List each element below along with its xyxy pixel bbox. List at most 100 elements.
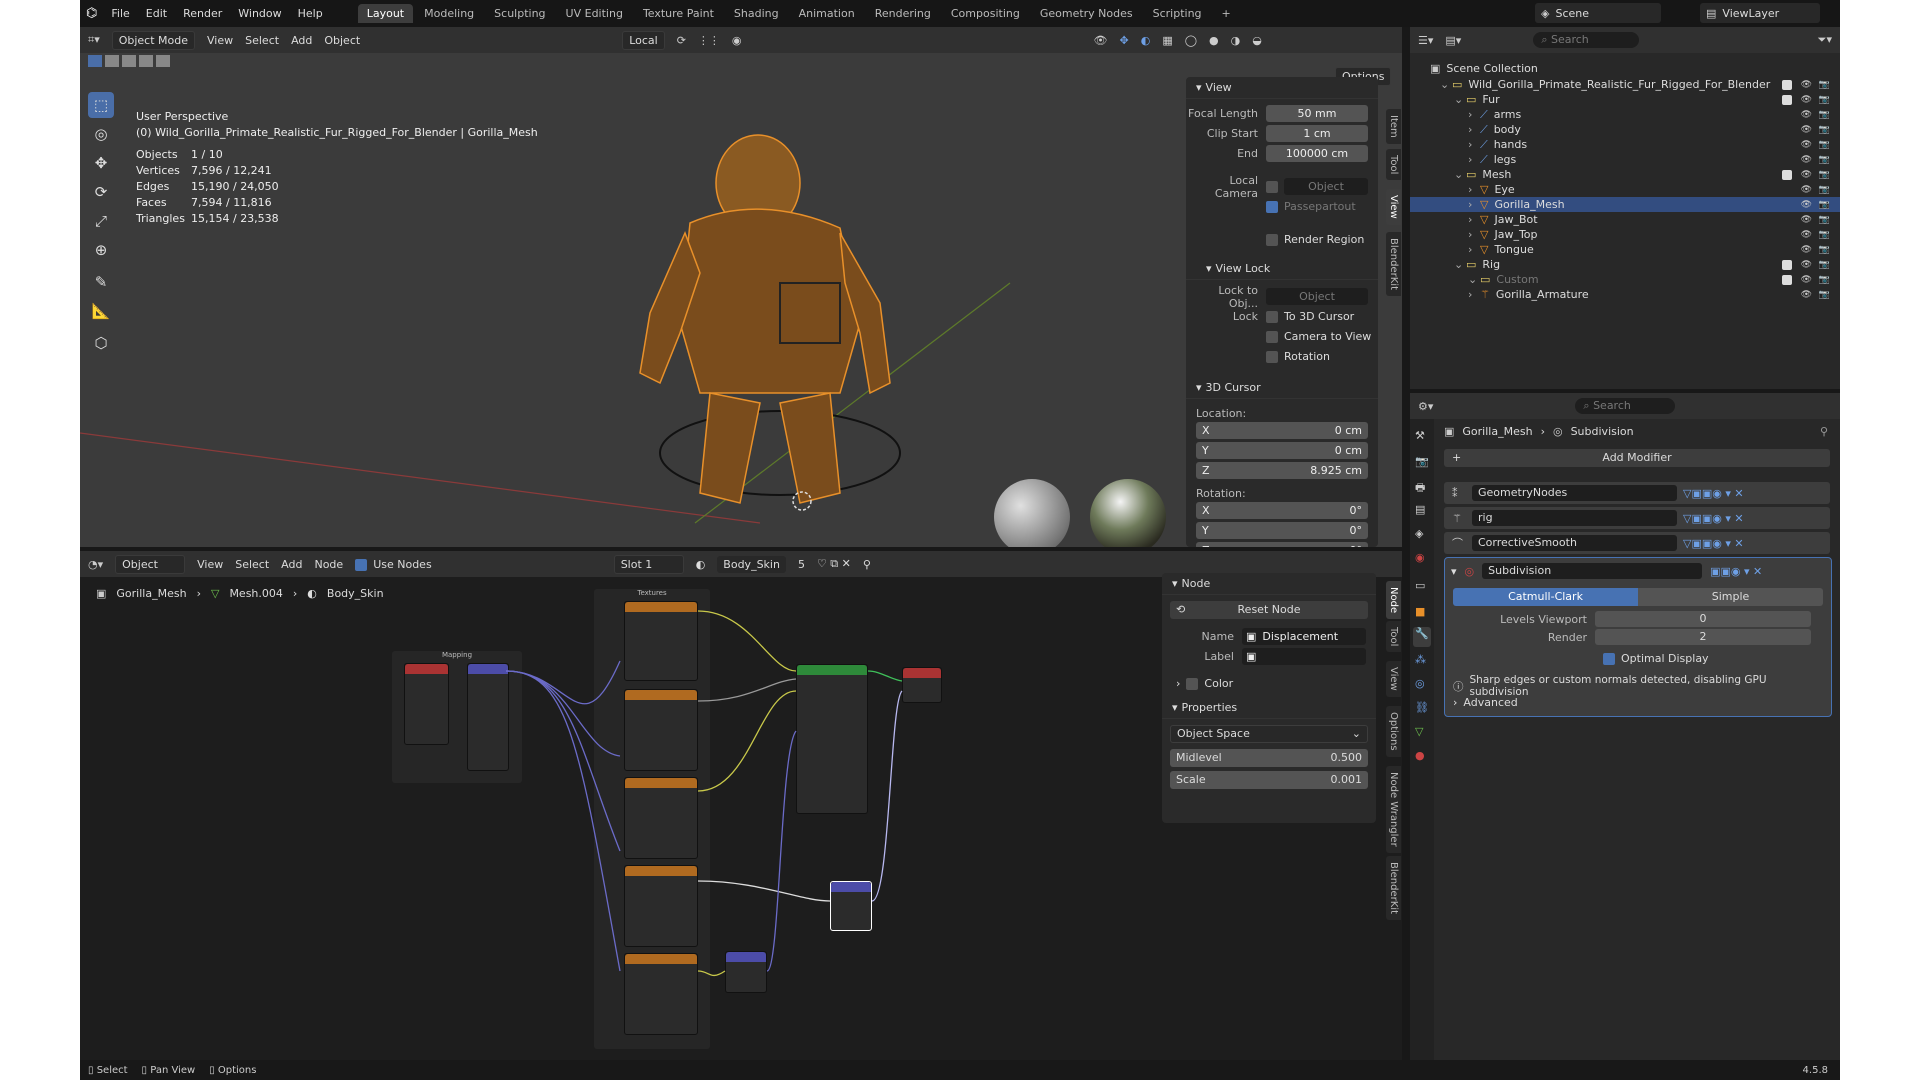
tab-shading[interactable]: Shading (725, 4, 788, 23)
mapping-node[interactable] (467, 663, 509, 771)
texture-node-roughness[interactable] (624, 777, 698, 859)
transform-tool-icon[interactable]: ⊕ (88, 237, 114, 263)
material-users-count[interactable]: 5 (798, 558, 805, 571)
eye-icon[interactable]: 👁 (1801, 245, 1812, 255)
snap-icon[interactable]: ⋮⋮ (698, 34, 720, 47)
data-tab-icon[interactable]: ▽ (1415, 725, 1423, 738)
collection-include-checkbox[interactable] (1782, 259, 1792, 270)
clip-start-field[interactable]: 1 cm (1266, 125, 1368, 142)
camera-icon[interactable]: 📷 (1819, 155, 1830, 165)
gorilla-model[interactable] (639, 134, 901, 511)
node-pin-icon[interactable]: ⚲ (863, 558, 871, 571)
add-workspace-button[interactable]: + (1213, 4, 1240, 23)
texture-node-displacement[interactable] (624, 865, 698, 947)
material-name-field[interactable]: Body_Skin (717, 555, 786, 573)
world-tab-icon[interactable]: ◉ (1415, 551, 1425, 564)
local-camera-checkbox[interactable] (1266, 180, 1278, 193)
proportional-icon[interactable]: ◉ (732, 34, 742, 47)
cursor-loc-y-field[interactable]: Y 0 cm (1196, 442, 1368, 459)
material-sphere-icon[interactable]: ◐ (696, 558, 706, 571)
lock-to-object-field[interactable]: Object (1266, 288, 1368, 305)
eye-icon[interactable]: 👁 (1801, 275, 1812, 285)
outliner-row[interactable]: › ⚚ Gorilla_Armature 👁 📷 (1410, 287, 1840, 302)
scene-collection-row[interactable]: ▣ Scene Collection (1410, 59, 1840, 77)
view-layer-tab-icon[interactable]: ▤ (1415, 503, 1425, 516)
cursor-rot-z-field[interactable]: Z 0° (1196, 542, 1368, 547)
camera-icon[interactable]: 📷 (1819, 185, 1830, 195)
outliner-row[interactable]: › ▽ Gorilla_Mesh 👁 📷 (1410, 197, 1840, 212)
lock-rotation-checkbox[interactable] (1266, 350, 1278, 363)
sidebar-tab-item[interactable]: Item (1386, 109, 1401, 144)
properties-type-icon[interactable]: ⚙▾ (1418, 400, 1433, 413)
use-nodes-checkbox[interactable] (355, 558, 368, 571)
scene-tab-icon[interactable]: ◈ (1415, 527, 1423, 540)
tab-texture-paint[interactable]: Texture Paint (634, 4, 723, 23)
tab-compositing[interactable]: Compositing (942, 4, 1029, 23)
tab-geometry-nodes[interactable]: Geometry Nodes (1031, 4, 1142, 23)
cursor-loc-z-field[interactable]: Z 8.925 cm (1196, 462, 1368, 479)
advanced-section[interactable]: › Advanced (1453, 696, 1518, 709)
view-section-header[interactable]: ▾ View (1186, 77, 1378, 99)
textures-frame[interactable]: Textures (594, 589, 710, 1049)
optimal-display-checkbox[interactable] (1603, 652, 1615, 665)
outliner-row[interactable]: › ▽ Eye 👁 📷 (1410, 182, 1840, 197)
modifier-name-rig[interactable]: rig (1472, 510, 1677, 526)
expand-arrow-icon[interactable]: ⌄ (1454, 258, 1466, 271)
gizmo-toggle-icon[interactable]: ✥ (1120, 34, 1129, 47)
overlay-toggle-icon[interactable]: ◐ (1141, 34, 1151, 47)
space-dropdown[interactable]: Object Space ⌄ (1170, 725, 1368, 743)
smooth-toggles-icon[interactable]: ▽▣▣◉ ▾ ✕ (1683, 537, 1744, 550)
color-expand-icon[interactable]: › (1176, 677, 1180, 690)
rig-toggles-icon[interactable]: ▽▣▣◉ ▾ ✕ (1683, 512, 1744, 525)
tab-layout[interactable]: Layout (357, 4, 414, 23)
outliner-row[interactable]: › ⟋ arms 👁 📷 (1410, 107, 1840, 122)
outliner-row[interactable]: ⌄ ▭ Mesh 👁 📷 (1410, 167, 1840, 182)
expand-arrow-icon[interactable]: › (1468, 138, 1480, 151)
editor-type-icon[interactable]: ⌗▾ (88, 33, 100, 47)
outliner-row[interactable]: ⌄ ▭ Custom 👁 📷 (1410, 272, 1840, 287)
node-tab-node-wrangler[interactable]: Node Wrangler (1386, 766, 1401, 853)
tab-sculpting[interactable]: Sculpting (485, 4, 554, 23)
view-lock-header[interactable]: ▾ View Lock (1186, 258, 1378, 280)
eye-icon[interactable]: 👁 (1801, 95, 1812, 105)
eye-icon[interactable]: 👁 (1801, 80, 1812, 90)
modifier-geometrynodes[interactable]: ⁑ GeometryNodes ▽▣▣◉ ▾ ✕ (1444, 482, 1830, 504)
expand-arrow-icon[interactable]: › (1468, 213, 1480, 226)
expand-arrow-icon[interactable]: › (1468, 183, 1480, 196)
camera-icon[interactable]: 📷 (1819, 80, 1830, 90)
node-section-header[interactable]: ▾ Node (1162, 573, 1376, 595)
menu-edit[interactable]: Edit (138, 7, 175, 20)
eye-icon[interactable]: 👁 (1801, 215, 1812, 225)
levels-viewport-field[interactable]: 0 (1595, 611, 1811, 627)
expand-arrow-icon[interactable]: › (1468, 288, 1480, 301)
menu-node[interactable]: Node (314, 558, 343, 571)
clip-end-field[interactable]: 100000 cm (1266, 145, 1368, 162)
scene-selector[interactable]: ◈ Scene (1535, 3, 1661, 23)
expand-arrow-icon[interactable]: › (1468, 123, 1480, 136)
eye-icon[interactable]: 👁 (1801, 230, 1812, 240)
node-color-checkbox[interactable] (1186, 677, 1199, 690)
node-tab-blenderkit[interactable]: BlenderKit (1386, 856, 1401, 920)
camera-icon[interactable]: 📷 (1819, 125, 1830, 135)
modifier-name-subdivision[interactable]: Subdivision (1482, 563, 1703, 579)
modifier-rig[interactable]: ⚚ rig ▽▣▣◉ ▾ ✕ (1444, 507, 1830, 529)
texcoord-node[interactable] (404, 663, 449, 745)
scale-field[interactable]: Scale 0.001 (1170, 771, 1368, 789)
expand-arrow-icon[interactable]: ⌄ (1454, 93, 1466, 106)
subdiv-toggles-icon[interactable]: ▣▣◉ ▾ ✕ (1710, 565, 1762, 578)
shading-render-icon[interactable]: ◒ (1252, 34, 1262, 47)
modifier-tab-icon[interactable]: 🔧 (1413, 627, 1431, 647)
shader-type-dropdown[interactable]: Object (115, 554, 186, 574)
filter-icon[interactable]: ⏷▾ (1818, 33, 1832, 47)
camera-icon[interactable]: 📷 (1819, 275, 1830, 285)
menu-object-3d[interactable]: Object (324, 34, 360, 47)
node-label-field[interactable]: ▣ (1242, 648, 1366, 665)
eye-icon[interactable]: 👁 (1801, 170, 1812, 180)
node-tab-node[interactable]: Node (1386, 581, 1401, 620)
move-tool-icon[interactable]: ✥ (88, 150, 114, 176)
tab-uv-editing[interactable]: UV Editing (557, 4, 632, 23)
sidebar-tab-tool[interactable]: Tool (1386, 149, 1401, 181)
eye-icon[interactable]: 👁 (1801, 140, 1812, 150)
scale-tool-icon[interactable]: ⤢ (88, 208, 114, 234)
menu-select-node[interactable]: Select (235, 558, 269, 571)
